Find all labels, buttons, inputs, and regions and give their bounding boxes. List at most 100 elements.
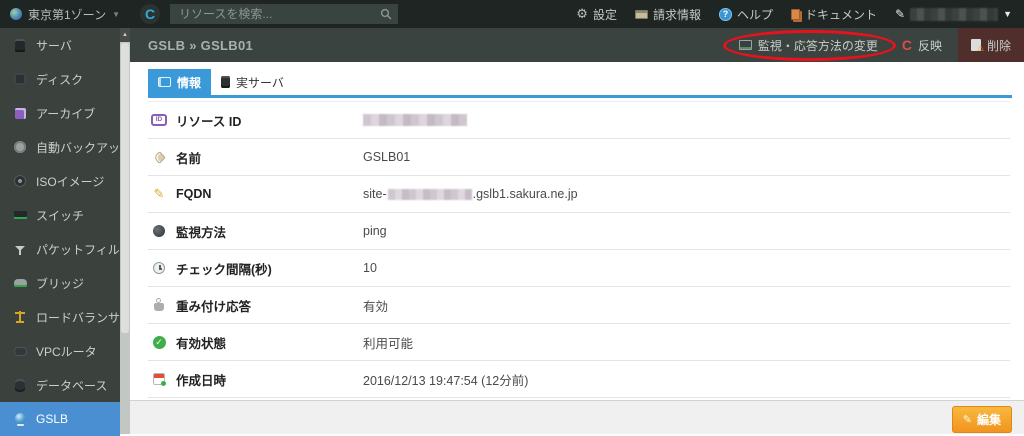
sidebar-item-bridge[interactable]: ブリッジ (0, 266, 120, 300)
monitor-settings-icon (738, 40, 752, 50)
sidebar-item-gslb[interactable]: GSLB (0, 402, 120, 436)
change-monitoring-button[interactable]: 監視・応答方法の変更 (722, 29, 896, 61)
sidebar-item-label: パケットフィルタ (36, 242, 132, 257)
search-icon (380, 8, 392, 20)
switch-icon (13, 208, 27, 222)
zone-label: 東京第1ゾーン (28, 7, 107, 22)
row-value: 有効 (363, 299, 389, 314)
billing-card-icon (634, 9, 648, 19)
delete-button[interactable]: ⚠ 削除 (957, 28, 1024, 62)
help-label: ヘルプ (736, 7, 773, 22)
docs-menu-item[interactable]: ドキュメント (791, 6, 877, 23)
pencil-icon: ✎ (962, 414, 972, 426)
tab-label: 情報 (177, 75, 202, 90)
reflect-button[interactable]: C 反映 (902, 37, 942, 54)
details-table: ID リソース ID 名前 GSLB01 ✎ FQDN site- .gslb1.… (148, 101, 1010, 398)
row-label: 監視方法 (176, 225, 227, 240)
server-icon (221, 76, 231, 88)
sidebar-item-load-balancer[interactable]: ロードバランサ (0, 300, 120, 334)
gear-icon: ⚙ (576, 6, 588, 21)
sidebar-item-iso-image[interactable]: ISOイメージ (0, 164, 120, 198)
disc-icon (13, 174, 27, 188)
table-row-weighted-response: 重み付け応答 有効 (148, 287, 1010, 324)
sidebar-item-label: GSLB (36, 412, 69, 426)
sidebar-item-label: スイッチ (36, 208, 85, 223)
fqdn-suffix: .gslb1.sakura.ne.jp (472, 187, 578, 201)
delete-label: 削除 (986, 38, 1011, 53)
database-icon (13, 378, 27, 392)
settings-label: 設定 (592, 7, 617, 22)
funnel-icon (13, 242, 27, 256)
masked-resource-id (363, 114, 467, 126)
sidebar-item-label: ISOイメージ (36, 174, 105, 189)
document-icon (791, 8, 800, 20)
warning-icon: ⚠ (976, 44, 984, 53)
router-icon (13, 344, 27, 358)
top-menu: ⚙ 設定 請求情報 ? ヘルプ ドキュメント ✎ ▼ (576, 6, 1012, 23)
sidebar-item-server[interactable]: サーバ (0, 28, 120, 62)
scrollbar-up-icon[interactable]: ▲ (120, 28, 130, 42)
brand-refresh-icon[interactable]: C (140, 4, 160, 24)
scrollbar[interactable]: ▲ (120, 28, 130, 434)
content-footer: ✎ 編集 (130, 400, 1024, 434)
tag-icon (151, 150, 167, 164)
page-header-bar: GSLB » GSLB01 監視・応答方法の変更 C 反映 ⚠ 削除 (130, 28, 1024, 62)
sidebar-item-label: アーカイブ (36, 106, 96, 121)
server-icon (13, 38, 27, 52)
sidebar-item-archive[interactable]: アーカイブ (0, 96, 120, 130)
tab-real-server[interactable]: 実サーバ (211, 69, 294, 95)
sidebar-item-database[interactable]: データベース (0, 368, 120, 402)
backup-clock-icon (13, 140, 27, 154)
row-value: 10 (363, 261, 377, 275)
help-menu-item[interactable]: ? ヘルプ (718, 6, 773, 23)
settings-menu-item[interactable]: ⚙ 設定 (576, 6, 617, 23)
table-row-resource-id: ID リソース ID (148, 102, 1010, 139)
pencil-icon: ✎ (153, 186, 165, 201)
gslb-globe-icon (13, 412, 27, 426)
sidebar-item-auto-backup[interactable]: 自動バックアップ (0, 130, 132, 164)
row-label: リソース ID (176, 114, 242, 129)
search-box (170, 4, 398, 24)
account-menu-item[interactable]: ✎ ▼ (895, 7, 1012, 21)
info-card-icon (158, 77, 171, 87)
monitor-icon (151, 225, 167, 237)
tab-info[interactable]: 情報 (148, 69, 212, 95)
row-label: FQDN (176, 187, 212, 201)
sidebar-item-label: ブリッジ (36, 276, 85, 291)
archive-icon (13, 106, 27, 120)
row-label: 作成日時 (176, 373, 227, 388)
sidebar-item-switch[interactable]: スイッチ (0, 198, 120, 232)
row-value: 利用可能 (363, 336, 414, 351)
row-value: ping (363, 224, 387, 238)
disk-icon (13, 72, 27, 86)
edit-button[interactable]: ✎ 編集 (951, 406, 1012, 433)
docs-label: ドキュメント (805, 7, 878, 22)
delete-page-icon: ⚠ (970, 39, 984, 53)
chevron-down-icon: ▼ (112, 9, 120, 19)
table-row-fqdn: ✎ FQDN site- .gslb1.sakura.ne.jp (148, 176, 1010, 213)
billing-label: 請求情報 (652, 7, 701, 22)
chevron-down-icon: ▼ (1003, 9, 1012, 19)
row-label: 有効状態 (176, 336, 227, 351)
row-value: 2016/12/13 19:47:54 (12分前) (363, 373, 529, 388)
id-icon: ID (151, 114, 167, 126)
pen-icon: ✎ (895, 7, 906, 21)
search-input[interactable] (170, 4, 398, 24)
sidebar-item-label: 自動バックアップ (36, 140, 133, 155)
sidebar-item-packet-filter[interactable]: パケットフィルタ (0, 232, 132, 266)
sidebar-item-label: データベース (36, 378, 108, 393)
sidebar-item-vpc-router[interactable]: VPCルータ (0, 334, 120, 368)
bridge-icon (13, 276, 27, 290)
table-row-monitor-method: 監視方法 ping (148, 213, 1010, 250)
sidebar-item-disk[interactable]: ディスク (0, 62, 120, 96)
scrollbar-thumb[interactable] (121, 43, 129, 333)
top-bar: 東京第1ゾーン ▼ C ⚙ 設定 請求情報 ? ヘルプ ドキュメント ✎ ▼ (0, 0, 1024, 28)
sidebar: サーバ ディスク アーカイブ 自動バックアップ ISOイメージ スイッチ パケッ… (0, 28, 132, 436)
weight-icon (151, 298, 167, 311)
calendar-icon (151, 373, 167, 386)
masked-account-name (910, 7, 999, 21)
billing-menu-item[interactable]: 請求情報 (634, 6, 701, 23)
zone-selector[interactable]: 東京第1ゾーン ▼ (10, 6, 120, 23)
table-row-created-at: 作成日時 2016/12/13 19:47:54 (12分前) (148, 361, 1010, 398)
reflect-label: 反映 (917, 38, 942, 53)
